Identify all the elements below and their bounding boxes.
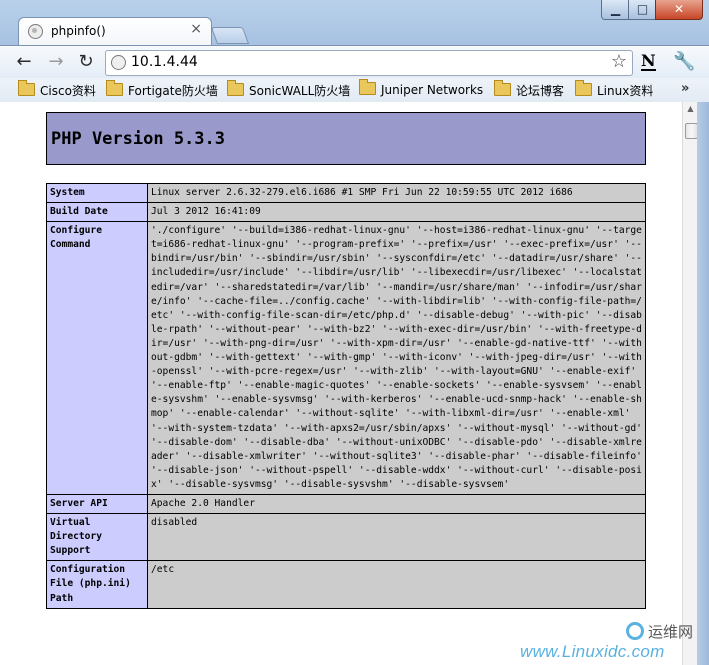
tab-close-icon[interactable]: × xyxy=(190,21,202,37)
bookmark-folder-sonicwall[interactable]: SonicWALL防火墙 xyxy=(227,80,351,99)
folder-icon xyxy=(494,80,511,96)
bookmark-label: Linux资料 xyxy=(597,84,654,98)
minimize-button[interactable]: ▁ xyxy=(601,0,630,20)
bookmark-label: SonicWALL防火墙 xyxy=(249,84,351,98)
row-label: Configuration File (php.ini) Path xyxy=(46,560,148,609)
address-bar[interactable]: 10.1.4.44 ☆ xyxy=(105,50,633,76)
row-value: Linux server 2.6.32-279.el6.i686 #1 SMP … xyxy=(147,182,646,204)
bookmark-folder-juniper[interactable]: Juniper Networks xyxy=(359,79,484,97)
folder-icon xyxy=(575,80,592,96)
forward-arrow-icon[interactable]: → xyxy=(45,52,67,74)
page-icon xyxy=(111,55,126,70)
extension-n-icon[interactable]: N xyxy=(641,53,656,71)
bookmark-folder-cisco[interactable]: Cisco资料 xyxy=(18,80,96,99)
watermark: 运维网 www.Linuxidc.com xyxy=(520,619,700,663)
row-label: Configure Command xyxy=(46,221,148,495)
table-row: Server API Apache 2.0 Handler xyxy=(46,493,646,515)
bookmark-label: Fortigate防火墙 xyxy=(128,84,218,98)
back-arrow-icon[interactable]: ← xyxy=(13,52,35,74)
row-label: Build Date xyxy=(46,202,148,223)
table-row: Virtual Directory Support disabled xyxy=(46,513,646,562)
row-value: disabled xyxy=(147,513,646,562)
bookmark-folder-forum[interactable]: 论坛博客 xyxy=(494,80,565,99)
row-value: './configure' '--build=i386-redhat-linux… xyxy=(147,221,646,495)
reload-icon[interactable]: ↻ xyxy=(75,52,97,74)
folder-icon xyxy=(18,80,35,96)
table-row: System Linux server 2.6.32-279.el6.i686 … xyxy=(46,182,646,204)
page-favicon-icon xyxy=(28,24,43,39)
phpinfo-page: PHP Version 5.3.3 System Linux server 2.… xyxy=(46,112,646,609)
bookmarks-overflow-icon[interactable]: » xyxy=(681,81,689,96)
window-frame-edge xyxy=(697,102,709,665)
watermark-text: www.Linuxidc.com xyxy=(520,642,665,661)
wrench-menu-icon[interactable]: 🔧 xyxy=(673,51,695,72)
folder-icon xyxy=(227,80,244,96)
row-label: Virtual Directory Support xyxy=(46,513,148,562)
url-text[interactable]: 10.1.4.44 xyxy=(131,54,198,70)
scroll-up-arrow-icon[interactable]: ▲ xyxy=(683,104,698,116)
table-row: Build Date Jul 3 2012 16:41:09 xyxy=(46,202,646,223)
tab-phpinfo[interactable]: phpinfo() × xyxy=(18,17,212,46)
bookmark-label: Juniper Networks xyxy=(381,83,484,97)
bookmark-label: Cisco资料 xyxy=(40,84,96,98)
row-label: System xyxy=(46,182,148,204)
vertical-scrollbar[interactable]: ▲ xyxy=(682,102,698,665)
bookmarks-bar: Cisco资料 Fortigate防火墙 SonicWALL防火墙 Junipe… xyxy=(0,78,709,103)
new-tab-button[interactable] xyxy=(210,27,250,44)
row-label: Server API xyxy=(46,493,148,515)
browser-toolbar: ← → ↻ 10.1.4.44 ☆ N 🔧 xyxy=(0,45,709,79)
row-value: Jul 3 2012 16:41:09 xyxy=(147,202,646,223)
bookmark-label: 论坛博客 xyxy=(516,84,565,98)
maximize-button[interactable]: □ xyxy=(628,0,657,20)
php-info-table: System Linux server 2.6.32-279.el6.i686 … xyxy=(46,182,646,609)
row-value: Apache 2.0 Handler xyxy=(147,493,646,515)
table-row: Configuration File (php.ini) Path /etc xyxy=(46,560,646,609)
watermark-logo-icon xyxy=(626,622,644,640)
php-version-header: PHP Version 5.3.3 xyxy=(46,112,646,165)
bookmark-star-icon[interactable]: ☆ xyxy=(611,51,627,72)
browser-chrome: phpinfo() × ▁ □ ✕ ← → ↻ 10.1.4.44 ☆ N 🔧 … xyxy=(0,0,709,103)
tab-title: phpinfo() xyxy=(51,24,106,38)
row-value: /etc xyxy=(147,560,646,609)
page-viewport: PHP Version 5.3.3 System Linux server 2.… xyxy=(0,102,709,665)
close-window-button[interactable]: ✕ xyxy=(655,0,703,20)
bookmark-folder-fortigate[interactable]: Fortigate防火墙 xyxy=(106,80,218,99)
bookmark-folder-linux[interactable]: Linux资料 xyxy=(575,80,654,99)
folder-icon xyxy=(359,79,376,95)
folder-icon xyxy=(106,80,123,96)
table-row: Configure Command './configure' '--build… xyxy=(46,221,646,495)
